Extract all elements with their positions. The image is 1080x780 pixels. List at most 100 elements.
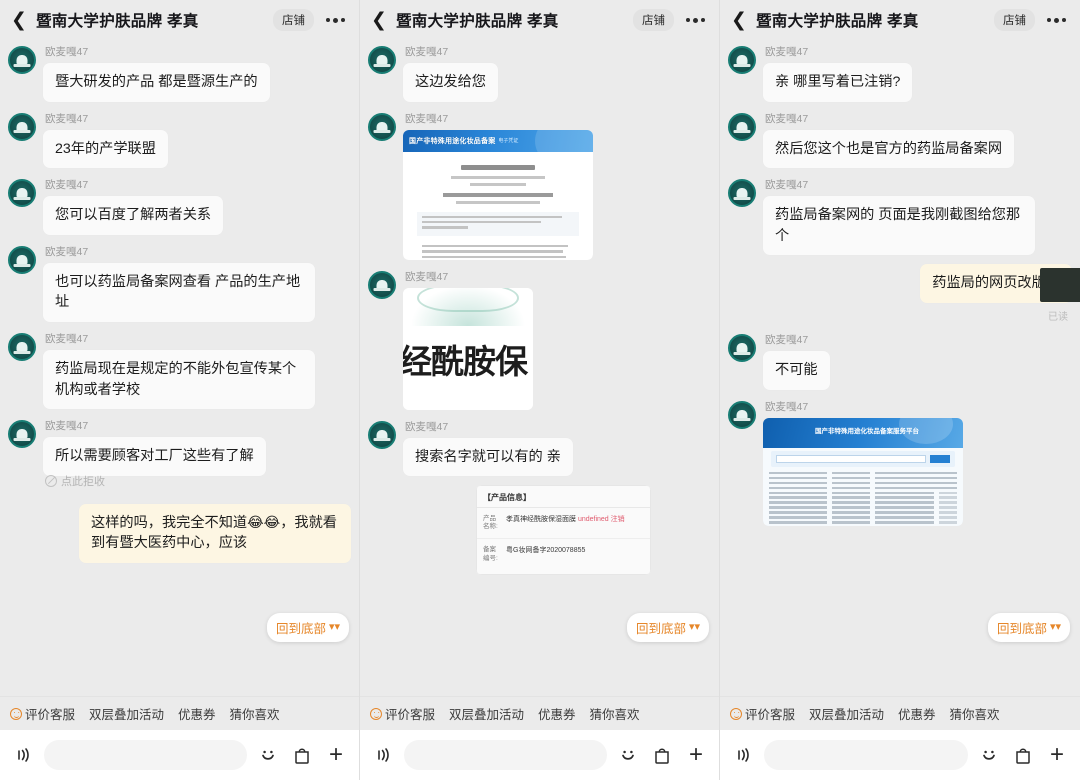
voice-wave-icon[interactable] [10,742,36,768]
info-flag: undefined 注销 [577,516,625,524]
table-row [769,506,957,510]
chip-rate-service[interactable]: 评价客服 [730,704,795,723]
table-row [769,496,957,500]
message-item-outgoing: 这样的吗，我完全不知道😂😂，我就看到有暨大医药中心，应该 [8,503,351,563]
message-input[interactable] [44,740,247,770]
smiley-outline-icon [10,707,22,720]
sender-name: 欧麦嘎47 [45,245,89,258]
message-item-image: 欧麦嘎47 国产非特殊用途化妆品备案 电子凭证 [368,111,711,260]
back-icon[interactable]: ❮ [730,9,748,31]
smiley-outline-icon [370,707,382,720]
message-item: 欧麦嘎47 然后您这个也是官方的药监局备案网 [728,111,1072,169]
avatar [8,420,36,449]
image-message-product-info[interactable]: 【产品信息】 产品名称: 孝真神经酰胺保湿面膜 undefined 注销 备案编… [476,485,651,575]
gov-results-table [763,470,963,526]
message-list-3[interactable]: 欧麦嘎47 亲 哪里写着已注销? 欧麦嘎47 然后您这个也是官方的药监局备案网 … [720,40,1080,696]
shop-button[interactable]: 店铺 [633,9,674,31]
chip-stacked-promo[interactable]: 双层叠加活动 [89,704,164,723]
doc-block [417,240,579,260]
chip-recommend[interactable]: 猜你喜欢 [590,704,640,723]
certificate-banner-title: 国产非特殊用途化妆品备案 [409,137,496,145]
shopping-bag-icon[interactable] [289,742,315,768]
chip-rate-service[interactable]: 评价客服 [10,704,75,723]
back-icon[interactable]: ❮ [10,9,28,31]
chip-recommend[interactable]: 猜你喜欢 [230,704,280,723]
more-dots-icon[interactable] [1043,17,1070,23]
image-message-certificate[interactable]: 国产非特殊用途化妆品备案 电子凭证 [403,129,593,260]
shopping-bag-icon[interactable] [649,742,675,768]
chat-screen-3: ❮ 暨南大学护肤品牌 孝真 店铺 欧麦嘎47 亲 哪里写着已注销? 欧麦嘎47 … [720,0,1080,780]
back-icon[interactable]: ❮ [370,9,388,31]
sender-name: 欧麦嘎47 [405,46,449,58]
message-item-outgoing: 药监局的网页改版了 已读 [728,264,1080,323]
product-pattern [403,287,533,326]
chip-coupon[interactable]: 优惠券 [178,704,216,723]
chip-stacked-promo[interactable]: 双层叠加活动 [809,704,884,723]
message-item: 欧麦嘎47 不可能 [728,332,1072,390]
chip-label: 评价客服 [385,708,436,722]
message-bubble: 您可以百度了解两者关系 [43,196,224,235]
chat-header: ❮ 暨南大学护肤品牌 孝真 店铺 [360,0,719,40]
image-message-product[interactable]: 经酰胺保 [403,287,533,410]
voice-wave-icon[interactable] [730,742,756,768]
message-input[interactable] [404,740,607,770]
message-item: 欧麦嘎47 您可以百度了解两者关系 [8,177,351,235]
message-list-1[interactable]: 欧麦嘎47 暨大研发的产品 都是暨源生产的 欧麦嘎47 23年的产学联盟 欧麦嘎… [0,40,359,696]
smiley-icon[interactable] [976,742,1002,768]
plus-icon[interactable]: + [683,742,709,768]
gov-banner-title: 国产非特殊用途化妆品备案服务平台 [815,427,919,435]
message-bubble-outgoing: 这样的吗，我完全不知道😂😂，我就看到有暨大医药中心，应该 [79,503,351,563]
chip-label: 评价客服 [25,708,76,722]
table-row [769,516,957,520]
avatar [728,333,756,362]
info-key: 备案编号: [483,546,498,562]
plus-icon[interactable]: + [323,742,349,768]
shopping-bag-icon[interactable] [1010,742,1036,768]
image-message-gov-portal[interactable]: 国产非特殊用途化妆品备案服务平台 [763,417,963,526]
chat-screen-1: ❮ 暨南大学护肤品牌 孝真 店铺 欧麦嘎47 暨大研发的产品 都是暨源生产的 欧… [0,0,360,780]
message-item-image: 【产品信息】 产品名称: 孝真神经酰胺保湿面膜 undefined 注销 备案编… [476,485,711,575]
page-title: 暨南大学护肤品牌 孝真 [756,13,919,30]
reject-receipt-button[interactable]: 点此拒收 [45,473,266,489]
avatar [728,400,756,429]
avatar [8,245,36,274]
more-dots-icon[interactable] [682,17,709,23]
message-bubble: 不可能 [763,350,830,390]
table-row [769,471,957,475]
message-item: 欧麦嘎47 药监局备案网的 页面是我刚截图给您那个 [728,177,1072,256]
message-item: 欧麦嘎47 也可以药监局备案网查看 产品的生产地址 [8,244,351,322]
avatar [8,112,36,141]
message-bubble: 所以需要顾客对工厂这些有了解 [43,437,266,476]
message-input[interactable] [764,740,968,770]
sender-name: 欧麦嘎47 [45,112,89,125]
plus-icon[interactable]: + [1044,742,1070,768]
message-list-2[interactable]: 欧麦嘎47 这边发给您 欧麦嘎47 国产非特殊用途化妆品备案 电子凭证 欧麦嘎4… [360,40,719,696]
page-title: 暨南大学护肤品牌 孝真 [36,13,199,30]
voice-wave-icon[interactable] [370,742,396,768]
smiley-icon[interactable] [615,742,641,768]
chevron-double-down-icon: ▾▾ [688,621,700,633]
chip-coupon[interactable]: 优惠券 [898,704,936,723]
redaction-box [1040,268,1080,303]
message-bubble: 然后您这个也是官方的药监局备案网 [763,129,1015,169]
sender-name: 欧麦嘎47 [405,112,449,125]
more-dots-icon[interactable] [322,17,349,23]
back-to-bottom-button[interactable]: 回到底部 ▾▾ [266,613,349,642]
chip-recommend[interactable]: 猜你喜欢 [950,704,1000,723]
smiley-icon[interactable] [255,742,281,768]
avatar [368,112,396,141]
table-row [769,491,957,495]
chip-stacked-promo[interactable]: 双层叠加活动 [449,704,524,723]
back-to-bottom-button[interactable]: 回到底部 ▾▾ [987,613,1070,642]
quick-action-chips-2: 评价客服 双层叠加活动 优惠券 猜你喜欢 [360,696,719,730]
shop-button[interactable]: 店铺 [994,9,1035,31]
chip-coupon[interactable]: 优惠券 [538,704,576,723]
chat-screen-2: ❮ 暨南大学护肤品牌 孝真 店铺 欧麦嘎47 这边发给您 欧麦嘎47 国产非特殊… [360,0,720,780]
table-row [769,481,957,485]
message-bubble: 药监局现在是规定的不能外包宣传某个机构或者学校 [43,349,315,410]
chip-rate-service[interactable]: 评价客服 [370,704,435,723]
shop-button[interactable]: 店铺 [273,9,314,31]
message-bubble: 搜索名字就可以有的 亲 [403,437,573,477]
message-item: 欧麦嘎47 药监局现在是规定的不能外包宣传某个机构或者学校 [8,331,351,410]
back-to-bottom-button[interactable]: 回到底部 ▾▾ [626,613,709,642]
